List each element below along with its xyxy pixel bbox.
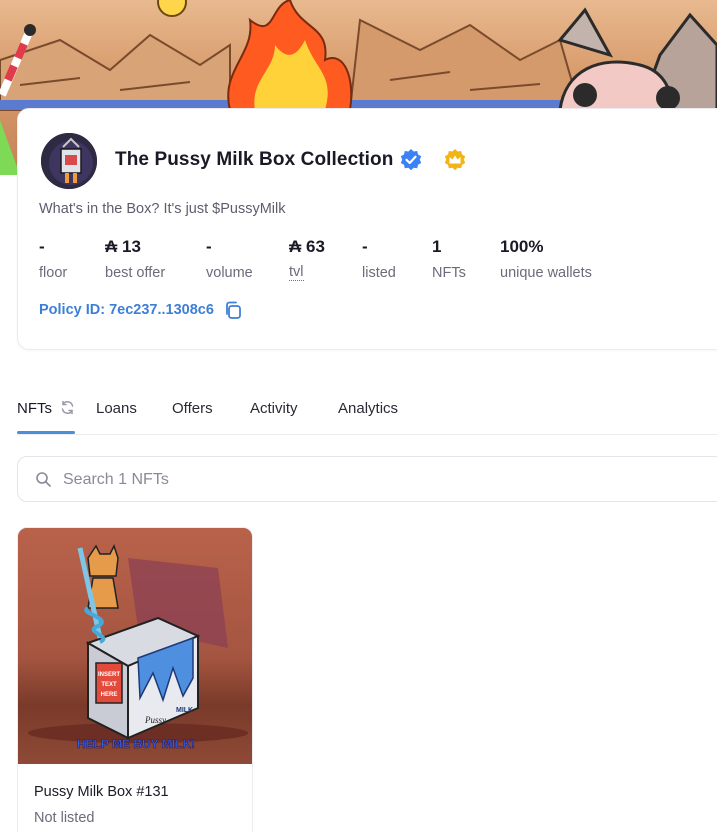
stat-label: listed [362, 265, 396, 281]
tab-label: Analytics [338, 400, 399, 417]
svg-text:TEXT: TEXT [101, 682, 117, 688]
tab-label: Loans [96, 400, 137, 417]
tab-label: Activity [250, 400, 298, 417]
tab-loans[interactable]: Loans [96, 400, 137, 417]
refresh-icon[interactable] [60, 400, 75, 415]
stat-floor: - floor [39, 237, 67, 281]
search-input[interactable] [63, 466, 563, 494]
stat-value: - [39, 237, 45, 256]
search-icon [35, 471, 52, 488]
nft-image[interactable]: INSERT TEXT HERE Pussy MILK HELP ME BUY … [18, 528, 252, 764]
stat-value: 100% [500, 237, 544, 256]
stat-label: best offer [105, 265, 166, 281]
nft-name[interactable]: Pussy Milk Box #131 [34, 784, 169, 800]
stat-label-tooltip[interactable]: tvl [289, 265, 304, 281]
stat-value: ₳ 13 [105, 237, 141, 256]
collection-header-card: The Pussy Milk Box Collection What's in … [17, 108, 717, 350]
stat-value: - [362, 237, 368, 256]
tab-offers[interactable]: Offers [172, 400, 213, 417]
collection-description: What's in the Box? It's just $PussyMilk [39, 201, 286, 217]
stat-value: - [206, 237, 212, 256]
policy-id-text: Policy ID: 7ec237..1308c6 [39, 302, 214, 318]
stat-volume: - volume [206, 237, 253, 281]
nft-card[interactable]: INSERT TEXT HERE Pussy MILK HELP ME BUY … [17, 527, 253, 832]
stat-label: floor [39, 265, 68, 281]
collection-tabs: NFTs Loans Offers Activity Analytics [17, 395, 717, 435]
collection-title: The Pussy Milk Box Collection [115, 149, 394, 170]
nft-search [17, 456, 717, 502]
tab-nfts[interactable]: NFTs [17, 400, 52, 417]
stat-nfts: 1 NFTs [432, 237, 466, 281]
copy-icon[interactable] [224, 301, 242, 319]
stat-label: volume [206, 265, 253, 281]
svg-text:Pussy: Pussy [144, 715, 166, 725]
stat-value: 1 [432, 237, 442, 256]
active-tab-indicator [17, 431, 75, 434]
stat-best-offer: ₳ 13 best offer [105, 237, 165, 281]
tab-label: Offers [172, 400, 213, 417]
tab-analytics[interactable]: Analytics [338, 400, 398, 417]
stat-unique-wallets: 100% unique wallets [500, 237, 592, 281]
policy-id: Policy ID: 7ec237..1308c6 [39, 301, 242, 319]
collection-avatar[interactable] [39, 131, 99, 191]
nft-listing-status: Not listed [34, 810, 95, 826]
svg-text:MILK: MILK [176, 707, 193, 714]
crown-icon [443, 148, 467, 172]
stat-label: NFTs [432, 265, 466, 281]
stat-listed: - listed [362, 237, 396, 281]
svg-text:INSERT: INSERT [98, 672, 120, 678]
tab-activity[interactable]: Activity [250, 400, 298, 417]
stat-tvl[interactable]: ₳ 63 tvl [289, 237, 325, 281]
verified-check-icon [399, 148, 423, 172]
svg-text:HERE: HERE [101, 692, 118, 698]
stat-value: ₳ 63 [289, 237, 325, 256]
svg-text:HELP ME BUY MILK!: HELP ME BUY MILK! [77, 737, 195, 751]
stat-label: unique wallets [500, 265, 592, 281]
tab-label: NFTs [17, 400, 52, 417]
